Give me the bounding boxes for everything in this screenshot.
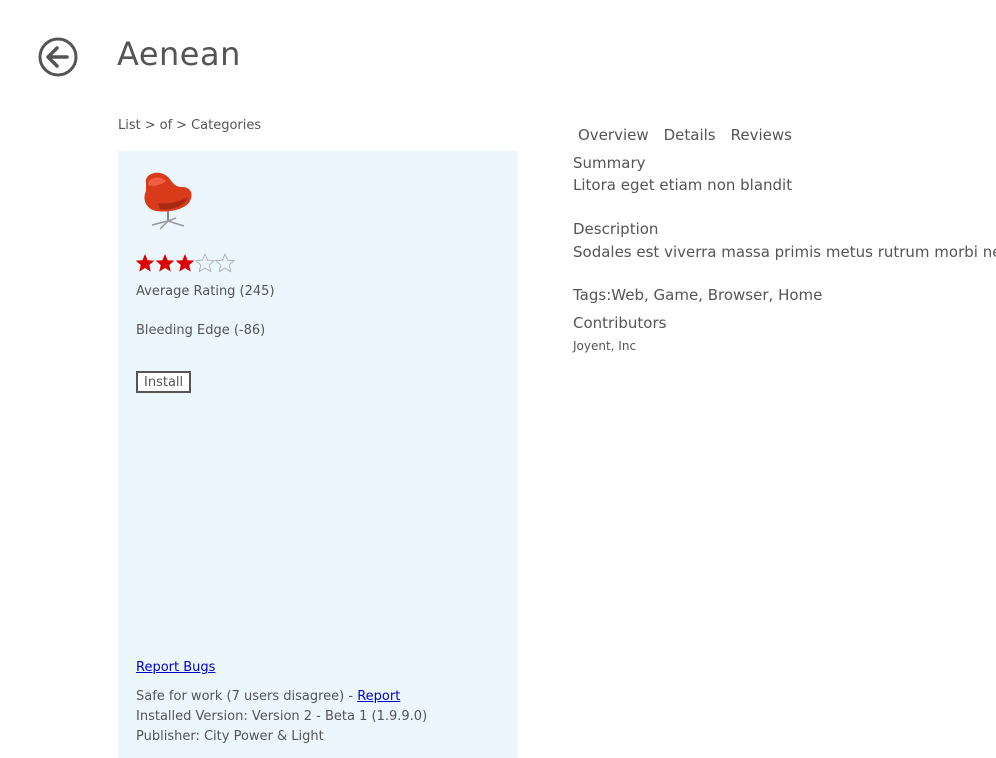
tab-overview[interactable]: Overview (578, 125, 649, 145)
bleeding-edge-label: Bleeding Edge (-86) (136, 323, 266, 338)
publisher-text: Publisher: City Power & Light (136, 729, 324, 744)
tag-game[interactable]: Game (654, 285, 699, 305)
tab-details[interactable]: Details (664, 125, 716, 145)
install-button[interactable]: Install (136, 371, 192, 393)
tags-label: Tags: (573, 286, 612, 304)
tag-home[interactable]: Home (778, 285, 822, 305)
description-heading: Description (573, 220, 659, 238)
tags-row: Tags: Web, Game, Browser, Home (573, 285, 822, 305)
breadcrumb-item-categories[interactable]: Categories (191, 118, 261, 134)
breadcrumb-item-list[interactable]: List (118, 118, 141, 134)
safe-for-work-text: Safe for work (7 users disagree) - (136, 689, 358, 704)
report-link[interactable]: Report (357, 689, 400, 704)
back-button[interactable] (38, 37, 78, 77)
contributors-heading: Contributors (573, 314, 667, 332)
report-bugs-link[interactable]: Report Bugs (136, 659, 215, 677)
tab-reviews[interactable]: Reviews (731, 125, 792, 145)
safe-for-work-line: Safe for work (7 users disagree) - Repor… (136, 687, 427, 707)
page-title: Aenean (117, 35, 241, 73)
star-empty-icon (195, 252, 215, 273)
tag-separator: , (768, 286, 779, 304)
summary-heading: Summary (573, 154, 646, 172)
star-filled-icon (155, 254, 175, 272)
tag-separator: , (698, 286, 708, 304)
star-filled-icon (175, 254, 195, 272)
app-page: Aenean List > of > Categories Average Ra… (0, 0, 996, 758)
breadcrumb-separator: > (176, 118, 188, 133)
back-arrow-icon (38, 37, 78, 77)
rating-stars (135, 252, 235, 274)
summary-text: Litora eget etiam non blandit (573, 176, 793, 194)
star-empty-icon (215, 252, 235, 273)
tag-browser[interactable]: Browser (708, 285, 769, 305)
tag-separator: , (643, 286, 654, 304)
description-text: Sodales est viverra massa primis metus r… (573, 243, 996, 261)
breadcrumb: List > of > Categories (118, 118, 261, 134)
product-panel: Average Rating (245) Bleeding Edge (-86)… (118, 151, 518, 758)
breadcrumb-item-of[interactable]: of (160, 118, 173, 134)
average-rating-label: Average Rating (245) (136, 284, 275, 299)
detail-tabs: Overview Details Reviews (578, 125, 792, 145)
star-filled-icon (135, 254, 155, 272)
breadcrumb-separator: > (144, 118, 156, 133)
red-swan-chair-icon (138, 169, 198, 231)
product-footer: Safe for work (7 users disagree) - Repor… (136, 687, 427, 747)
installed-version-text: Installed Version: Version 2 - Beta 1 (1… (136, 709, 428, 724)
contributors-text: Joyent, Inc (573, 339, 637, 353)
tag-web[interactable]: Web (611, 285, 644, 305)
